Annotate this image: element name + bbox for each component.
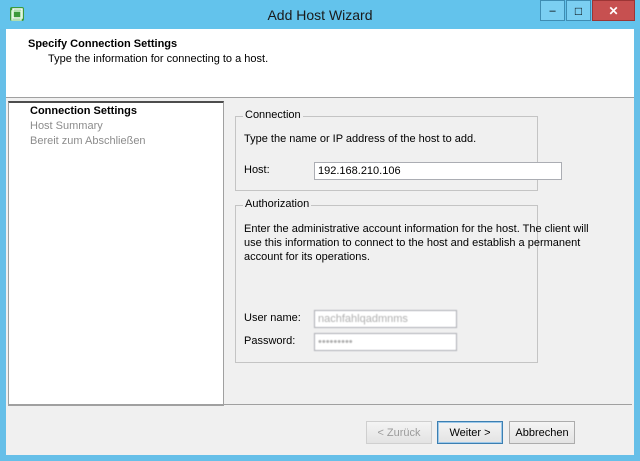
back-button[interactable]: < Zurück [366, 421, 432, 444]
minimize-button[interactable]: – [540, 0, 565, 21]
password-input[interactable] [314, 333, 457, 351]
window-titlebar[interactable]: Add Host Wizard – □ ✕ [0, 0, 640, 29]
step-connection-settings[interactable]: Connection Settings [30, 105, 137, 117]
wizard-client-area: Specify Connection Settings Type the inf… [6, 29, 634, 455]
authorization-instructions: Enter the administrative account informa… [244, 223, 589, 263]
connection-legend: Connection [243, 109, 303, 121]
authorization-group: Authorization Enter the administrative a… [235, 198, 589, 363]
wizard-steps-panel: Connection Settings Host Summary Bereit … [8, 101, 224, 406]
connection-instructions: Type the name or IP address of the host … [244, 133, 477, 145]
step-ready-to-complete[interactable]: Bereit zum Abschließen [30, 135, 146, 147]
username-label: User name: [244, 312, 301, 324]
cancel-button[interactable]: Abbrechen [509, 421, 575, 444]
authorization-legend: Authorization [243, 198, 312, 210]
connection-group: Connection Type the name or IP address o… [235, 109, 562, 191]
password-label: Password: [244, 335, 296, 347]
next-button[interactable]: Weiter > [437, 421, 503, 444]
wizard-button-bar: < Zurück Weiter > Abbrechen [8, 404, 632, 453]
step-host-summary[interactable]: Host Summary [30, 120, 103, 132]
minimize-icon: – [549, 4, 556, 17]
wizard-header: Specify Connection Settings Type the inf… [6, 29, 634, 98]
username-input[interactable] [314, 310, 457, 328]
host-input[interactable] [314, 162, 562, 180]
host-label: Host: [244, 164, 270, 176]
maximize-icon: □ [574, 3, 583, 18]
maximize-button[interactable]: □ [566, 0, 591, 21]
page-title: Specify Connection Settings [28, 38, 178, 50]
close-icon: ✕ [608, 3, 619, 18]
page-subtitle: Type the information for connecting to a… [48, 53, 269, 65]
close-button[interactable]: ✕ [592, 0, 635, 21]
